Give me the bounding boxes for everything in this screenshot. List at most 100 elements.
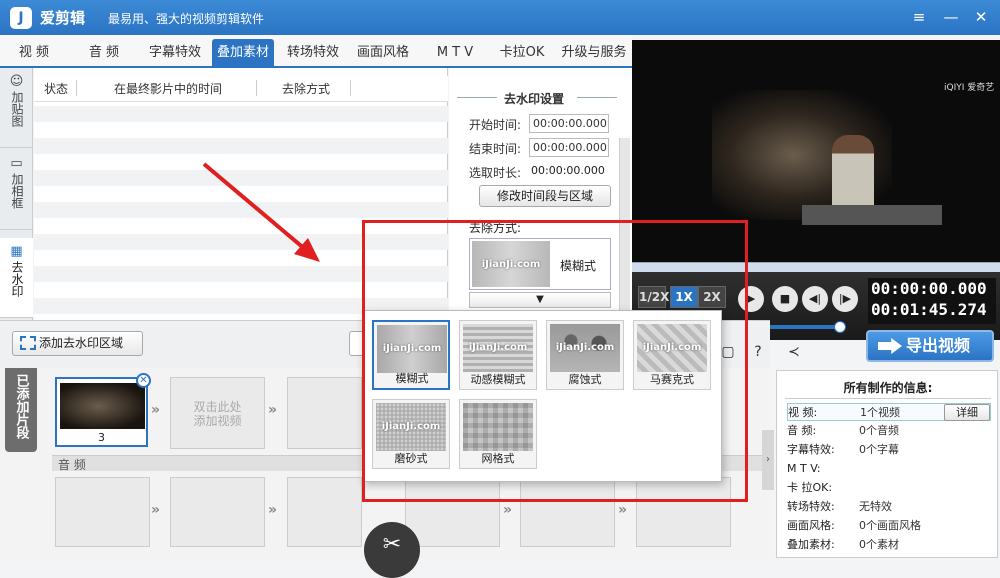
- frame-icon: ▭: [10, 156, 23, 171]
- info-key: 字幕特效:: [787, 443, 835, 456]
- info-row-transitions: 转场特效: 无特效: [787, 498, 991, 516]
- end-time-label: 结束时间:: [469, 142, 522, 156]
- add-video-placeholder[interactable]: 双击此处 添加视频: [170, 377, 265, 449]
- current-time: 00:00:00.000: [871, 279, 987, 298]
- transition-arrow-icon: »: [268, 402, 278, 418]
- info-key: 叠加素材:: [787, 538, 835, 551]
- col-separator: [76, 80, 77, 96]
- side-tab-sticker[interactable]: ☺ 加贴图: [0, 68, 33, 148]
- info-key: 音 频:: [787, 424, 817, 437]
- transition-arrow-icon: »: [268, 502, 278, 518]
- list-row: [34, 138, 448, 154]
- info-row-styles: 画面风格: 0个画面风格: [787, 517, 991, 535]
- scissors-icon[interactable]: ✂: [364, 522, 420, 578]
- side-tab-watermark-label: 去水印: [10, 261, 24, 297]
- transition-arrow-icon: »: [151, 402, 161, 418]
- options-button[interactable]: [349, 331, 363, 356]
- info-value: 0个音频: [859, 424, 899, 437]
- app-logo-icon: J: [10, 7, 32, 29]
- info-key: 视 频:: [788, 406, 818, 419]
- tab-styles[interactable]: 画面风格: [350, 39, 416, 66]
- duration-label: 选取时长:: [469, 166, 522, 180]
- side-tab-watermark[interactable]: ▦ 去水印: [0, 238, 33, 318]
- prev-frame-icon[interactable]: ◀|: [802, 286, 828, 312]
- total-time: 00:01:45.274: [871, 300, 987, 319]
- close-icon[interactable]: ✕: [970, 6, 992, 28]
- menu-icon[interactable]: ≡: [908, 6, 930, 28]
- col-separator: [256, 80, 257, 96]
- added-clips-label: 已添加片段: [13, 374, 29, 439]
- col-status[interactable]: 状态: [44, 80, 68, 97]
- info-key: 画面风格:: [787, 519, 835, 532]
- help-icon[interactable]: ?: [750, 344, 766, 360]
- list-row: [34, 106, 448, 122]
- minimize-icon[interactable]: —: [940, 6, 962, 28]
- annotation-arrow-icon: [202, 162, 320, 262]
- info-row-video: 视 频: 1个视频 详细: [787, 403, 991, 421]
- mosaic-icon: ▦: [10, 244, 23, 259]
- audio-slot[interactable]: [170, 477, 265, 547]
- timecode-display: 00:00:00.000 00:01:45.274: [868, 278, 996, 324]
- info-row-mtv: M T V:: [787, 460, 991, 478]
- audio-track-label: 音 频: [58, 458, 86, 472]
- add-area-icon: [20, 336, 36, 350]
- col-method[interactable]: 去除方式: [282, 80, 330, 97]
- divider: [577, 97, 617, 98]
- transition-arrow-icon: »: [151, 502, 161, 518]
- info-value: 0个字幕: [859, 443, 899, 456]
- list-header: 状态 在最终影片中的时间 去除方式: [34, 76, 448, 102]
- transition-arrow-icon: »: [618, 502, 628, 518]
- tab-karaoke[interactable]: 卡拉OK: [492, 39, 552, 66]
- info-title: 所有制作的信息:: [843, 381, 933, 395]
- stop-icon[interactable]: ■: [772, 286, 798, 312]
- info-value: 0个素材: [859, 538, 899, 551]
- video-frame: [712, 90, 942, 225]
- tab-subtitles[interactable]: 字幕特效: [142, 39, 208, 66]
- volume-slider[interactable]: [758, 325, 838, 329]
- col-separator: [350, 80, 351, 96]
- title-bar: J 爱剪辑 最易用、强大的视频剪辑软件 ≡ — ✕: [0, 0, 1000, 35]
- app-name: 爱剪辑: [40, 9, 86, 27]
- video-table: [802, 205, 942, 225]
- side-tab-frame[interactable]: ▭ 加相框: [0, 150, 33, 230]
- empty-clip-slot[interactable]: [287, 377, 362, 449]
- main-tab-bar: 视 频 音 频 字幕特效 叠加素材 转场特效 画面风格 M T V 卡拉OK 升…: [0, 35, 632, 68]
- side-tab-frame-label: 加相框: [10, 173, 24, 209]
- next-frame-icon[interactable]: |▶: [832, 286, 858, 312]
- side-tab-sticker-label: 加贴图: [10, 91, 24, 127]
- clip-thumbnail[interactable]: 3: [55, 377, 148, 447]
- start-time-label: 开始时间:: [469, 118, 522, 132]
- settings-title: 去水印设置: [503, 92, 564, 106]
- info-value: 1个视频: [860, 406, 900, 419]
- added-clips-tab[interactable]: 已添加片段: [5, 368, 37, 452]
- tab-audio[interactable]: 音 频: [70, 39, 138, 66]
- share-icon[interactable]: ≺: [786, 344, 802, 360]
- info-row-audio: 音 频: 0个音频: [787, 422, 991, 440]
- remove-clip-icon[interactable]: ✕: [136, 373, 151, 388]
- tab-mtv[interactable]: M T V: [420, 39, 490, 66]
- tab-overlay[interactable]: 叠加素材: [212, 39, 274, 66]
- production-info-panel: 所有制作的信息: 视 频: 1个视频 详细 音 频: 0个音频 字幕特效: 0个…: [776, 370, 998, 558]
- audio-slot[interactable]: [55, 477, 150, 547]
- end-time-field[interactable]: 00:00:00.000: [529, 138, 609, 157]
- tab-video[interactable]: 视 频: [6, 39, 62, 66]
- highlight-box: [362, 220, 748, 502]
- app-tagline: 最易用、强大的视频剪辑软件: [108, 12, 265, 26]
- col-time[interactable]: 在最终影片中的时间: [114, 80, 222, 97]
- source-watermark: iQIYI 爱奇艺: [944, 83, 995, 93]
- info-key: M T V:: [787, 462, 821, 475]
- volume-handle[interactable]: [834, 321, 846, 333]
- info-value: 无特效: [859, 500, 892, 513]
- modify-segment-button[interactable]: 修改时间段与区域: [479, 185, 611, 207]
- audio-slot[interactable]: [287, 477, 362, 547]
- collapse-panel-icon[interactable]: ›: [762, 430, 774, 490]
- clip-image: [60, 383, 145, 429]
- info-row-overlay: 叠加素材: 0个素材: [787, 536, 991, 554]
- detail-button[interactable]: 详细: [944, 404, 990, 421]
- start-time-field[interactable]: 00:00:00.000: [529, 114, 609, 133]
- info-key: 转场特效:: [787, 500, 835, 513]
- tab-upgrade[interactable]: 升级与服务: [556, 39, 632, 66]
- info-value: 0个画面风格: [859, 519, 921, 532]
- tab-transitions[interactable]: 转场特效: [280, 39, 346, 66]
- info-key: 卡 拉OK:: [787, 481, 833, 494]
